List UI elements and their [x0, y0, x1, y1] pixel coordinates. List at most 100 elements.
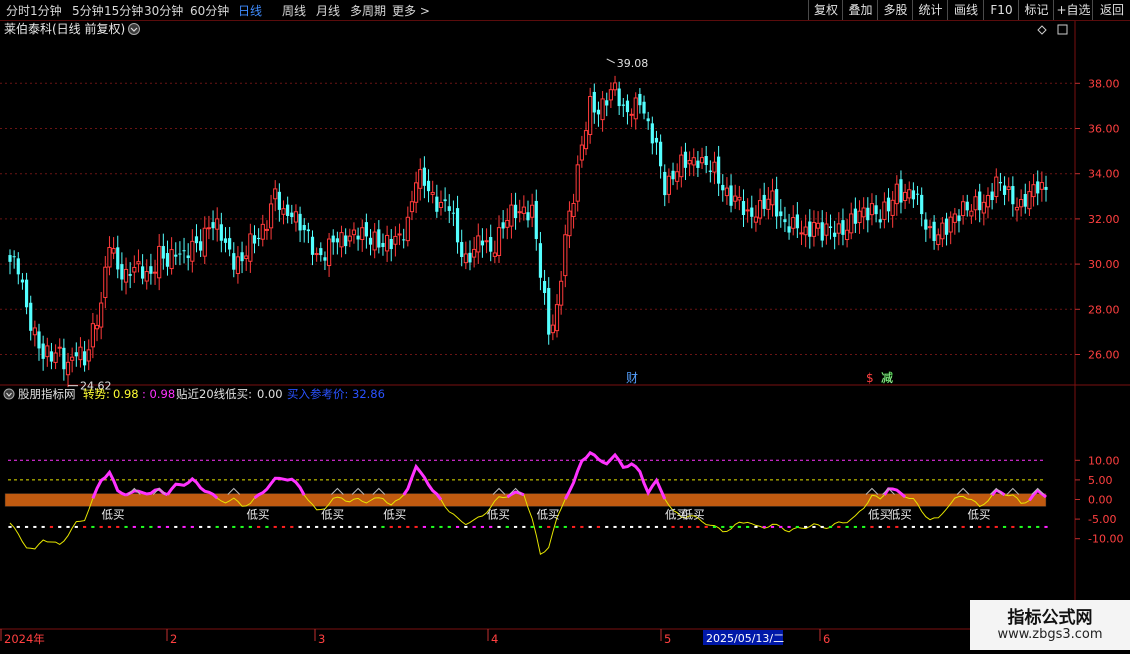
candle-body-down [489, 237, 493, 252]
fuquan-button[interactable]: 复权 [808, 0, 843, 20]
candle-body-down [252, 235, 257, 244]
candle-body-up [372, 231, 377, 251]
candle-body-up [612, 82, 618, 91]
candle-body-down [178, 253, 182, 255]
candle-body-down [944, 218, 949, 235]
multi-stock-button[interactable]: 多股 [877, 0, 913, 20]
overlay-button[interactable]: 叠加 [842, 0, 878, 20]
buy-tag-label: 低买 [101, 508, 124, 522]
candle-body-up [799, 232, 804, 235]
turn-value-2: : 0.98 [142, 387, 175, 401]
candle-body-up [152, 271, 158, 274]
candle-body-up [857, 210, 862, 224]
candle-body-down [1023, 194, 1027, 207]
candle-body-up [994, 176, 999, 198]
candle-body-up [517, 211, 522, 214]
candle-body-down [717, 156, 721, 184]
tab-daily[interactable]: 日线 [238, 2, 262, 19]
tab-30min[interactable]: 30分钟 [144, 2, 183, 19]
window-icon[interactable] [1057, 24, 1068, 35]
candle-body-down [381, 242, 385, 248]
indicator-menu-icon[interactable] [3, 388, 15, 400]
candle-body-up [579, 144, 584, 161]
indicator-turn-segment [563, 450, 667, 500]
kline-chart[interactable]: 38.0036.0034.0032.0030.0028.0026.00 39.0… [0, 21, 1130, 650]
stats-button[interactable]: 统计 [912, 0, 948, 20]
candle-body-up [554, 304, 560, 332]
candle-body-down [16, 258, 20, 275]
tab-60min[interactable]: 60分钟 [190, 2, 229, 19]
tab-1min[interactable]: 1分钟 [30, 2, 62, 19]
candle-body-up [588, 95, 593, 136]
date-tick-label: 2 [170, 632, 177, 646]
candle-body-down [621, 104, 625, 106]
tab-multi-period[interactable]: 多周期 [350, 2, 386, 19]
candle-body-down [186, 255, 190, 259]
candle-body-up [385, 234, 390, 252]
candle-body-up [844, 229, 850, 241]
candle-body-down [642, 101, 646, 114]
candle-body-down [828, 226, 833, 228]
diamond-icon[interactable] [1037, 25, 1047, 35]
candle-body-up [492, 252, 497, 257]
tab-15min[interactable]: 15分钟 [104, 2, 143, 19]
price-tick-label: 32.00 [1088, 213, 1120, 226]
date-tick-label: 4 [491, 632, 498, 646]
candle-body-up [260, 223, 265, 240]
tab-monthly[interactable]: 月线 [316, 2, 340, 19]
watermark: 指标公式网 www.zbgs3.com [970, 600, 1130, 650]
candle-body-down [750, 207, 754, 217]
tab-weekly[interactable]: 周线 [282, 2, 306, 19]
candle-body-up [940, 222, 945, 240]
candle-body-up [414, 182, 419, 203]
candle-body-up [53, 352, 58, 363]
candle-body-down [447, 206, 451, 211]
candle-body-down [377, 229, 381, 248]
candle-body-up [948, 216, 953, 233]
candle-body-up [803, 226, 808, 236]
candle-body-down [451, 212, 456, 214]
tab-5min[interactable]: 5分钟 [72, 2, 104, 19]
candle-body-down [116, 247, 120, 270]
dropdown-icon[interactable] [128, 23, 140, 35]
candle-body-up [264, 228, 270, 231]
candle-body-down [696, 160, 700, 168]
candle-body-down [223, 238, 228, 243]
candle-body-down [924, 219, 928, 230]
turn-label: 转势: [83, 387, 110, 401]
candle-body-down [302, 225, 306, 231]
candle-body-down [932, 221, 936, 241]
candle-body-down [1036, 181, 1040, 194]
f10-button[interactable]: F10 [983, 0, 1019, 20]
candle-body-up [70, 356, 75, 361]
buy-ref-label: 买入参考价: [287, 387, 348, 401]
tab-more[interactable]: 更多 > [392, 2, 430, 19]
candle-body-up [206, 227, 212, 230]
date-tick-label: 2024年 [4, 632, 45, 646]
candle-body-up [629, 113, 634, 116]
draw-button[interactable]: 画线 [947, 0, 984, 20]
candle-body-up [32, 327, 37, 336]
candle-body-up [90, 323, 95, 348]
price-tick-label: 34.00 [1088, 168, 1120, 181]
candle-body-down [866, 207, 870, 221]
candle-body-down [286, 204, 290, 216]
tab-fenshi[interactable]: 分时 [6, 2, 30, 19]
mark-button[interactable]: 标记 [1018, 0, 1054, 20]
candle-body-up [563, 234, 568, 277]
candle-body-down [37, 331, 41, 349]
candle-body-up [745, 209, 750, 212]
candle-body-up [903, 191, 908, 202]
near20-value: 0.00 [257, 387, 283, 401]
candle-body-down [141, 266, 145, 279]
candle-body-down [729, 185, 733, 206]
candle-body-up [836, 223, 841, 234]
back-button[interactable]: 返回 [1092, 0, 1130, 20]
candle-body-down [596, 109, 601, 115]
candle-body-up [973, 196, 978, 211]
candle-body-up [907, 189, 912, 199]
candle-body-down [853, 208, 857, 224]
candle-body-up [268, 203, 274, 229]
add-favorite-button[interactable]: +自选 [1053, 0, 1093, 20]
candle-body-down [501, 222, 505, 229]
